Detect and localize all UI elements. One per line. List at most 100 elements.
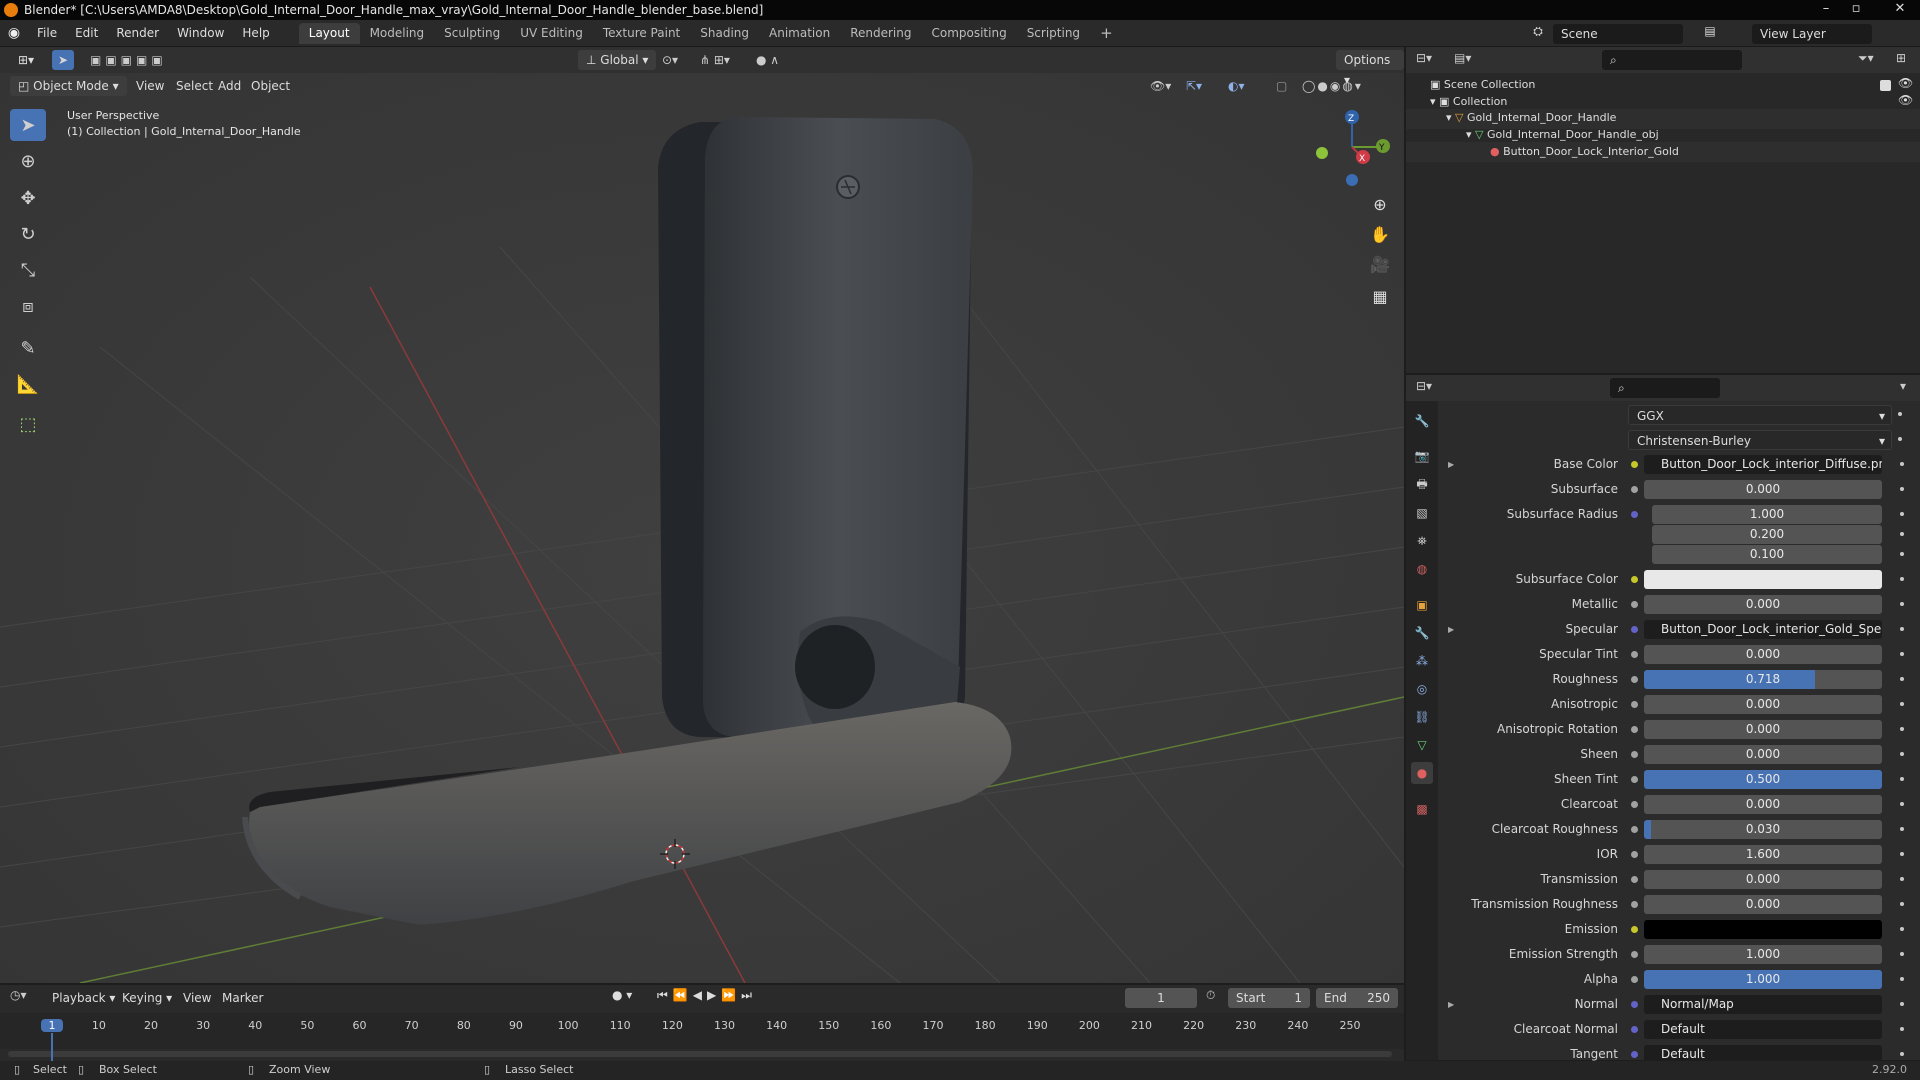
socket-icon[interactable] bbox=[1631, 626, 1638, 633]
prop-value-slider[interactable]: 0.000 bbox=[1644, 795, 1882, 814]
tab-shading[interactable]: Shading bbox=[690, 23, 759, 44]
timeline-menu-marker[interactable]: Marker bbox=[214, 988, 271, 1008]
tab-sculpting[interactable]: Sculpting bbox=[434, 23, 510, 44]
data-properties-icon[interactable]: ▽ bbox=[1411, 734, 1433, 756]
properties-search-input[interactable]: ⌕ bbox=[1610, 378, 1720, 398]
timeline-scrollbar[interactable] bbox=[8, 1051, 1392, 1057]
menu-help[interactable]: Help bbox=[233, 20, 278, 47]
menu-edit[interactable]: Edit bbox=[66, 20, 107, 47]
keyframe-dot[interactable] bbox=[1900, 927, 1904, 931]
visibility-icon[interactable]: 👁▾ bbox=[1150, 76, 1171, 96]
keyframe-dot[interactable] bbox=[1900, 802, 1904, 806]
keyframe-dot[interactable] bbox=[1900, 677, 1904, 681]
keyframe-dot[interactable] bbox=[1900, 512, 1904, 516]
keyframe-dot[interactable] bbox=[1900, 727, 1904, 731]
timeline-menu-keying[interactable]: Keying ▾ bbox=[114, 988, 180, 1008]
keyframe-dot[interactable] bbox=[1900, 652, 1904, 656]
distribution-keyframe-dot[interactable] bbox=[1898, 412, 1902, 416]
socket-icon[interactable] bbox=[1631, 1001, 1638, 1008]
keyframe-dot[interactable] bbox=[1900, 877, 1904, 881]
keyframe-dot[interactable] bbox=[1900, 462, 1904, 466]
scene-icon[interactable]: ⛭ bbox=[1528, 24, 1548, 44]
move-tool-icon[interactable]: ✥ bbox=[10, 182, 46, 214]
mesh-item[interactable]: ▾ ▽ Gold_Internal_Door_Handle_obj bbox=[1466, 126, 1659, 144]
keyframe-dot[interactable] bbox=[1900, 827, 1904, 831]
tab-animation[interactable]: Animation bbox=[759, 23, 840, 44]
keyframe-dot[interactable] bbox=[1900, 487, 1904, 491]
current-frame-field[interactable]: 1 bbox=[1125, 988, 1197, 1008]
prop-color-swatch[interactable] bbox=[1644, 570, 1882, 589]
viewport-menu-object[interactable]: Object bbox=[243, 76, 298, 96]
socket-icon[interactable] bbox=[1631, 951, 1638, 958]
prop-value-slider[interactable]: 0.000 bbox=[1644, 870, 1882, 889]
prop-value-slider[interactable]: 0.000 bbox=[1644, 595, 1882, 614]
expand-arrow-icon[interactable]: ▶ bbox=[1448, 619, 1454, 640]
menu-window[interactable]: Window bbox=[168, 20, 233, 47]
menu-file[interactable]: File bbox=[28, 20, 66, 47]
socket-icon[interactable] bbox=[1631, 651, 1638, 658]
prop-value-slider[interactable]: 1.600 bbox=[1644, 845, 1882, 864]
world-properties-icon[interactable]: ◍ bbox=[1411, 558, 1433, 580]
blender-menu-icon[interactable]: ◉ bbox=[0, 25, 28, 41]
new-collection-icon[interactable]: ⊞ bbox=[1896, 51, 1906, 65]
keyframe-dot[interactable] bbox=[1900, 577, 1904, 581]
keyframe-dot[interactable] bbox=[1900, 1052, 1904, 1056]
prop-value-slider[interactable]: 0.030 bbox=[1644, 820, 1882, 839]
outliner-search-input[interactable]: ⌕ bbox=[1602, 50, 1742, 70]
rotate-tool-icon[interactable]: ↻ bbox=[10, 218, 46, 250]
camera-view-icon[interactable]: 🎥 bbox=[1366, 250, 1394, 278]
keyframe-dot[interactable] bbox=[1900, 1002, 1904, 1006]
filter-icon[interactable]: ⏷▾ bbox=[1858, 51, 1874, 66]
shading-mode-icons[interactable]: ◯●◉◍▾ bbox=[1302, 76, 1363, 96]
prop-value-slider[interactable]: 0.000 bbox=[1644, 745, 1882, 764]
annotate-tool-icon[interactable]: ✎ bbox=[10, 332, 46, 364]
prop-value-slider[interactable]: 0.000 bbox=[1644, 480, 1882, 499]
pivot-icon[interactable]: ⊙▾ bbox=[662, 50, 678, 70]
socket-icon[interactable] bbox=[1631, 826, 1638, 833]
keyframe-dot[interactable] bbox=[1900, 532, 1904, 536]
socket-icon[interactable] bbox=[1631, 751, 1638, 758]
socket-icon[interactable] bbox=[1631, 876, 1638, 883]
keyframe-dot[interactable] bbox=[1900, 552, 1904, 556]
scene-collection-item[interactable]: ▣ Scene Collection bbox=[1430, 76, 1535, 94]
socket-icon[interactable] bbox=[1631, 976, 1638, 983]
snap-icon[interactable]: ⋔ ⊞▾ bbox=[700, 50, 730, 70]
object-visibility-eye-icon[interactable]: 👁 bbox=[1898, 93, 1913, 107]
object-item[interactable]: ▾ ▽ Gold_Internal_Door_Handle bbox=[1446, 109, 1616, 127]
select-tool-icon[interactable]: ➤ bbox=[52, 50, 74, 70]
minimize-icon[interactable]: – bbox=[1812, 0, 1840, 20]
expand-arrow-icon[interactable]: ▶ bbox=[1448, 994, 1454, 1015]
socket-icon[interactable] bbox=[1631, 576, 1638, 583]
record-keyframe-icon[interactable]: ● ▾ bbox=[612, 988, 632, 1002]
expand-arrow-icon[interactable]: ▶ bbox=[1448, 454, 1454, 475]
view-layer-selector[interactable]: View Layer bbox=[1752, 24, 1872, 44]
3d-viewport[interactable]: Z Y X User Perspective (1) Collection | … bbox=[0, 47, 1404, 983]
zoom-icon[interactable]: ⊕ bbox=[1366, 190, 1394, 218]
output-properties-icon[interactable]: 🖶 bbox=[1411, 474, 1433, 496]
tool-settings-icon[interactable]: 🔧 bbox=[1411, 410, 1433, 432]
keyframe-dot[interactable] bbox=[1900, 602, 1904, 606]
prop-linked-value[interactable]: Default bbox=[1644, 1020, 1882, 1039]
scene-properties-icon[interactable]: ⛯ bbox=[1411, 530, 1433, 552]
timeline-menu-playback[interactable]: Playback ▾ bbox=[44, 988, 123, 1008]
socket-icon[interactable] bbox=[1631, 901, 1638, 908]
prop-value-slider[interactable]: 0.000 bbox=[1644, 645, 1882, 664]
prop-value-slider[interactable]: 1.000 bbox=[1652, 505, 1882, 524]
gizmo-toggle-icon[interactable]: ⇱▾ bbox=[1186, 76, 1202, 96]
add-workspace-icon[interactable]: + bbox=[1090, 23, 1123, 44]
texture-properties-icon[interactable]: ▩ bbox=[1411, 798, 1433, 820]
menu-render[interactable]: Render bbox=[107, 20, 168, 47]
visibility-eye-icon[interactable]: 👁 bbox=[1898, 76, 1913, 90]
view-layer-icon[interactable]: ▤ bbox=[1700, 24, 1720, 44]
socket-icon[interactable] bbox=[1631, 601, 1638, 608]
subsurface-method-dropdown[interactable]: Christensen-Burley ▾ bbox=[1628, 430, 1892, 450]
render-properties-icon[interactable]: 📷 bbox=[1411, 445, 1433, 467]
mode-dropdown[interactable]: ◰ Object Mode ▾ bbox=[10, 76, 127, 96]
prop-value-slider[interactable]: 0.000 bbox=[1644, 895, 1882, 914]
constraints-properties-icon[interactable]: ⛓ bbox=[1411, 706, 1433, 728]
material-properties-icon[interactable]: ● bbox=[1411, 762, 1433, 784]
pan-hand-icon[interactable]: ✋ bbox=[1366, 220, 1394, 248]
socket-icon[interactable] bbox=[1631, 701, 1638, 708]
current-frame-indicator[interactable]: 1 bbox=[41, 1019, 63, 1032]
tab-uv-editing[interactable]: UV Editing bbox=[510, 23, 593, 44]
